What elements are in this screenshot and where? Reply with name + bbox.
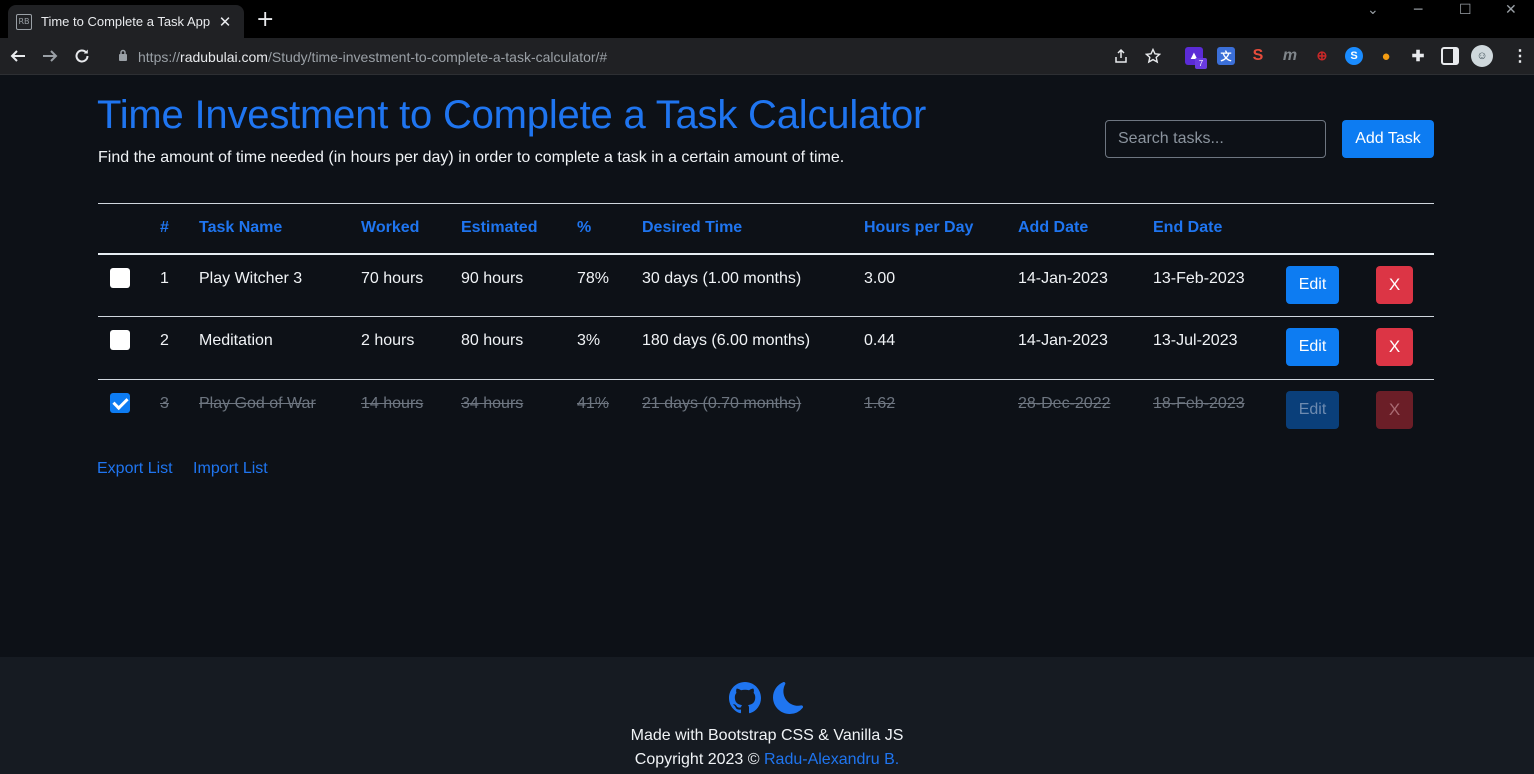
table-row: 2 Meditation 2 hours 80 hours 3% 180 day… <box>98 317 1434 380</box>
task-percent: 3% <box>577 332 601 349</box>
honey-icon[interactable]: ● <box>1377 47 1395 65</box>
delete-task-button[interactable]: X <box>1376 328 1413 366</box>
delete-task-button[interactable]: X <box>1376 391 1413 429</box>
header-task-name[interactable]: Task Name <box>199 204 361 254</box>
header-worked[interactable]: Worked <box>361 204 461 254</box>
tasks-table: # Task Name Worked Estimated % Desired T… <box>98 203 1434 443</box>
task-estimated: 80 hours <box>461 332 524 349</box>
maximize-icon[interactable]: ☐ <box>1459 2 1472 18</box>
task-add-date: 28-Dec-2022 <box>1018 395 1111 412</box>
task-estimated: 90 hours <box>461 269 524 287</box>
export-list-link[interactable]: Export List <box>97 460 173 477</box>
browser-tab-strip: RB Time to Complete a Task App ✕ + ⌄ ─ ☐… <box>0 0 1534 38</box>
s-icon[interactable]: S <box>1249 47 1267 65</box>
site-favicon-icon: RB <box>16 13 32 30</box>
github-icon[interactable] <box>729 682 761 719</box>
task-hours-per-day: 0.44 <box>864 332 896 349</box>
task-estimated: 34 hours <box>461 395 524 412</box>
edit-task-button[interactable]: Edit <box>1286 391 1339 429</box>
reload-icon[interactable] <box>71 45 93 67</box>
tab-close-icon[interactable]: ✕ <box>216 13 234 31</box>
profile-avatar[interactable]: ☺ <box>1471 45 1493 67</box>
copyright-text: Copyright 2023 © Radu-Alexandru B. <box>634 751 900 768</box>
import-list-link[interactable]: Import List <box>193 460 268 477</box>
table-row: 1 Play Witcher 3 70 hours 90 hours 78% 3… <box>98 254 1434 317</box>
task-percent: 41% <box>577 395 610 412</box>
header-delete <box>1376 204 1434 254</box>
shazam-icon[interactable]: S <box>1345 47 1363 65</box>
header-percent[interactable]: % <box>577 204 642 254</box>
task-desired-time: 21 days (0.70 months) <box>642 395 802 412</box>
task-desired-time: 30 days (1.00 months) <box>642 269 802 287</box>
task-desired-time: 180 days (6.00 months) <box>642 332 811 349</box>
task-add-date: 14-Jan-2023 <box>1018 269 1108 287</box>
header-hours-per-day[interactable]: Hours per Day <box>864 204 1018 254</box>
task-percent: 78% <box>577 269 610 287</box>
task-worked: 70 hours <box>361 269 424 287</box>
analytics-icon[interactable]: ⊕ <box>1313 47 1331 65</box>
task-add-date: 14-Jan-2023 <box>1018 332 1108 349</box>
moon-icon[interactable] <box>773 682 805 719</box>
url-text: https://radubulai.com/Study/time-investm… <box>138 48 608 65</box>
task-end-date: 13-Feb-2023 <box>1153 269 1245 287</box>
task-hours-per-day: 1.62 <box>864 395 896 412</box>
task-number: 2 <box>160 332 169 349</box>
task-worked: 14 hours <box>361 395 424 412</box>
list-actions: Export List Import List <box>97 460 284 478</box>
back-icon[interactable] <box>7 45 29 67</box>
add-task-button[interactable]: Add Task <box>1342 120 1434 158</box>
extensions-puzzle-icon[interactable]: ✚ <box>1409 47 1427 65</box>
task-number: 1 <box>160 269 169 287</box>
header-estimated[interactable]: Estimated <box>461 204 577 254</box>
forward-icon[interactable] <box>39 45 61 67</box>
tab-search-icon[interactable]: ⌄ <box>1367 2 1379 18</box>
browser-tab[interactable]: RB Time to Complete a Task App ✕ <box>8 5 244 38</box>
page-subtitle: Find the amount of time needed (in hours… <box>98 149 845 166</box>
header-desired-time[interactable]: Desired Time <box>642 204 864 254</box>
browser-menu-icon[interactable]: ⋮ <box>1511 47 1529 65</box>
edit-task-button[interactable]: Edit <box>1286 265 1339 304</box>
search-input[interactable] <box>1105 120 1326 158</box>
footer: Made with Bootstrap CSS & Vanilla JS Cop… <box>0 657 1534 774</box>
lock-icon <box>118 48 128 66</box>
new-tab-icon[interactable]: + <box>256 9 274 31</box>
window-close-icon[interactable]: ✕ <box>1505 2 1517 18</box>
edit-task-button[interactable]: Edit <box>1286 328 1339 366</box>
made-with-text: Made with Bootstrap CSS & Vanilla JS <box>630 727 904 744</box>
page-title: Time Investment to Complete a Task Calcu… <box>97 93 927 137</box>
header-number[interactable]: # <box>160 204 199 254</box>
minimize-icon[interactable]: ─ <box>1414 2 1422 18</box>
task-name: Play Witcher 3 <box>199 269 303 287</box>
browser-toolbar: https://radubulai.com/Study/time-investm… <box>0 38 1534 75</box>
task-complete-checkbox[interactable] <box>110 330 130 350</box>
task-complete-checkbox[interactable] <box>110 267 130 288</box>
m-icon[interactable]: m <box>1281 47 1299 65</box>
share-icon[interactable] <box>1110 45 1132 67</box>
address-bar[interactable]: https://radubulai.com/Study/time-investm… <box>108 42 1173 71</box>
task-number: 3 <box>160 395 169 412</box>
task-end-date: 18-Feb-2023 <box>1153 395 1245 412</box>
table-row-completed: 3 Play God of War 14 hours 34 hours 41% … <box>98 380 1434 443</box>
extension-badge: 7 <box>1195 58 1207 69</box>
task-hours-per-day: 3.00 <box>864 269 896 287</box>
table-header-row: # Task Name Worked Estimated % Desired T… <box>98 203 1434 254</box>
header-add-date[interactable]: Add Date <box>1018 204 1153 254</box>
task-name: Meditation <box>199 332 273 349</box>
header-select <box>98 204 160 254</box>
delete-task-button[interactable]: X <box>1376 265 1413 304</box>
task-end-date: 13-Jul-2023 <box>1153 332 1238 349</box>
translate-icon[interactable]: 文 <box>1217 47 1235 65</box>
task-name: Play God of War <box>199 395 316 412</box>
task-complete-checkbox[interactable] <box>110 393 130 413</box>
author-link[interactable]: Radu-Alexandru B. <box>764 751 899 768</box>
tab-title: Time to Complete a Task App <box>41 14 211 29</box>
bookmark-star-icon[interactable] <box>1142 45 1164 67</box>
side-panel-icon[interactable] <box>1441 47 1459 65</box>
header-edit <box>1286 204 1376 254</box>
task-worked: 2 hours <box>361 332 415 349</box>
header-end-date[interactable]: End Date <box>1153 204 1286 254</box>
